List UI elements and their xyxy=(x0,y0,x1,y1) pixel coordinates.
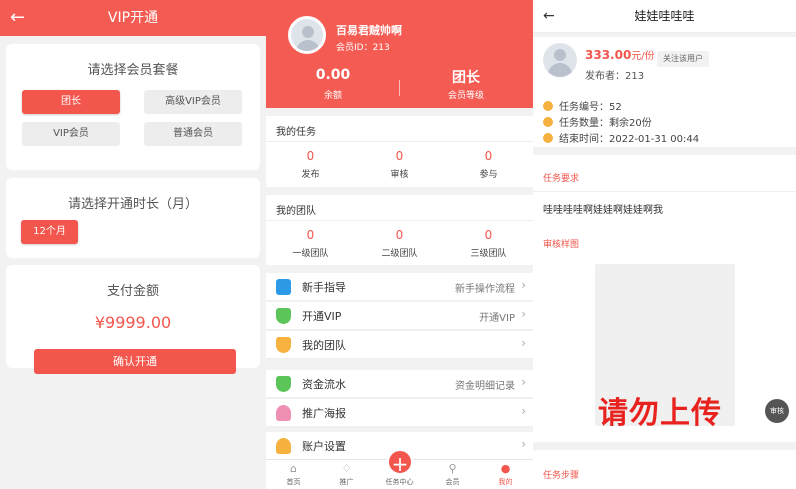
chevron-right-icon: › xyxy=(521,307,526,321)
task-price: 333.00元/份 xyxy=(585,48,655,62)
task-label-publish: 发布 xyxy=(301,170,320,180)
balance-value: 0.00 xyxy=(315,67,351,83)
team-title: 我的团队 xyxy=(276,206,316,217)
package-title: 请选择会员套餐 xyxy=(87,63,179,78)
duration-option-12[interactable]: 12个月 xyxy=(21,220,78,244)
arrow-left-icon[interactable]: ← xyxy=(543,0,555,33)
tab-bar: ⌂ 首页 ♢ 推广 + 任务中心 ⚲ 会员 ● 我的 + xyxy=(266,449,533,489)
task-count-join[interactable]: 0 xyxy=(444,149,533,163)
tasks-title: 我的任务 xyxy=(276,127,316,138)
package-option-normal[interactable]: 普通会员 xyxy=(144,122,242,146)
avatar[interactable] xyxy=(288,16,326,54)
menu-open-vip[interactable]: 开通VIP 开通VIP › xyxy=(266,302,533,330)
home-icon: ⌂ xyxy=(290,462,297,475)
tab-mine[interactable]: ● 我的 xyxy=(479,460,532,487)
pay-amount: ¥9999.00 xyxy=(94,313,172,332)
tab-member[interactable]: ⚲ 会员 xyxy=(426,460,479,487)
number-icon xyxy=(543,101,553,111)
profile-header: 百易君贼帅啊 会员ID：213 0.00 余额 团长 会员等级 xyxy=(266,0,533,108)
plus-icon[interactable]: + xyxy=(387,449,413,476)
chevron-right-icon: › xyxy=(521,278,526,292)
task-info-block: 333.00元/份 关注该用户 发布者：213 任务编号：52 任务数量：剩余2… xyxy=(533,37,796,147)
requirement-block: 任务要求 哇哇哇哇啊娃娃啊娃娃啊我 xyxy=(533,155,796,230)
user-icon: ● xyxy=(500,462,511,475)
review-badge[interactable]: 审核 xyxy=(765,399,789,423)
chevron-right-icon: › xyxy=(521,404,526,418)
member-id: 会员ID：213 xyxy=(336,43,390,53)
team-section: 我的团队 0 一级团队 0 二级团队 0 三级团队 xyxy=(266,195,533,265)
task-count-review[interactable]: 0 xyxy=(355,149,444,163)
badge-icon xyxy=(276,337,291,353)
package-option-senior-vip[interactable]: 高级VIP会员 xyxy=(144,90,242,114)
level-value: 团长 xyxy=(452,70,480,86)
user-icon xyxy=(276,438,291,454)
menu-my-team[interactable]: 我的团队 › xyxy=(266,331,533,359)
team-count-level3[interactable]: 0 xyxy=(444,228,533,242)
steps-block: 任务步骤 xyxy=(533,450,796,489)
arrow-left-icon[interactable]: ← xyxy=(10,0,25,36)
quantity-icon xyxy=(543,117,553,127)
level-label: 会员等级 xyxy=(447,91,484,101)
chevron-right-icon: › xyxy=(521,375,526,389)
vip-header: ← VIP开通 xyxy=(0,0,266,36)
follow-button[interactable]: 关注该用户 xyxy=(657,51,709,67)
no-upload-watermark: 请勿上传 xyxy=(598,396,722,431)
chevron-right-icon: › xyxy=(521,336,526,350)
tab-promote[interactable]: ♢ 推广 xyxy=(320,460,373,487)
team-count-level1[interactable]: 0 xyxy=(266,228,355,242)
profile-name: 百易君贼帅啊 xyxy=(336,24,402,37)
stat-divider xyxy=(399,80,400,96)
publisher-avatar[interactable] xyxy=(543,43,577,77)
task-header: ← 娃娃哇哇哇 xyxy=(533,0,796,33)
package-option-tuanzhang[interactable]: 团长 xyxy=(22,90,120,114)
sample-title: 审核样图 xyxy=(543,240,580,250)
package-card: 请选择会员套餐 团长 高级VIP会员 VIP会员 普通会员 xyxy=(6,44,260,170)
task-number: 任务编号：52 xyxy=(543,98,622,113)
duration-card: 请选择开通时长（月） 12个月 xyxy=(6,178,260,258)
requirement-text: 哇哇哇哇啊娃娃啊娃娃啊我 xyxy=(543,205,663,216)
task-label-review: 审核 xyxy=(390,170,409,180)
task-end-time: 结束时间：2022-01-31 00:44 xyxy=(543,130,699,145)
steps-title: 任务步骤 xyxy=(543,471,580,481)
task-count-publish[interactable]: 0 xyxy=(266,149,355,163)
menu-fund-flow[interactable]: 资金流水 资金明细记录 › xyxy=(266,370,533,398)
package-option-vip[interactable]: VIP会员 xyxy=(22,122,120,146)
team-label-level3: 三级团队 xyxy=(470,249,507,259)
task-quantity: 任务数量：剩余20份 xyxy=(543,114,652,129)
task-panel: ← 娃娃哇哇哇 333.00元/份 关注该用户 发布者：213 任务编号：52 … xyxy=(533,0,796,489)
yuan-shield-icon xyxy=(276,376,291,392)
tasks-section: 我的任务 0 发布 0 审核 0 参与 xyxy=(266,116,533,187)
task-label-join: 参与 xyxy=(479,170,498,180)
pay-title: 支付金额 xyxy=(106,284,159,299)
menu-poster[interactable]: 推广海报 › xyxy=(266,399,533,427)
vip-title: VIP开通 xyxy=(107,10,159,26)
clipboard-icon xyxy=(276,279,291,295)
duration-title: 请选择开通时长（月） xyxy=(67,197,198,212)
shield-icon xyxy=(276,308,291,324)
profile-panel: 百易君贼帅啊 会员ID：213 0.00 余额 团长 会员等级 我的任务 0 发… xyxy=(266,0,533,489)
people-icon xyxy=(276,405,291,421)
menu-guide[interactable]: 新手指导 新手操作流程 › xyxy=(266,273,533,301)
team-label-level1: 一级团队 xyxy=(292,249,329,259)
clock-icon xyxy=(543,133,553,143)
team-label-level2: 二级团队 xyxy=(381,249,418,259)
search-icon: ⚲ xyxy=(448,462,457,475)
balance-label: 余额 xyxy=(323,91,342,101)
confirm-button[interactable]: 确认开通 xyxy=(34,349,236,374)
chevron-right-icon: › xyxy=(521,437,526,451)
vip-panel: ← VIP开通 请选择会员套餐 团长 高级VIP会员 VIP会员 普通会员 请选… xyxy=(0,0,266,489)
requirement-title: 任务要求 xyxy=(543,174,580,184)
publisher: 发布者：213 xyxy=(585,71,645,82)
bell-icon: ♢ xyxy=(341,462,352,475)
task-title: 娃娃哇哇哇 xyxy=(634,9,695,23)
team-count-level2[interactable]: 0 xyxy=(355,228,444,242)
tab-home[interactable]: ⌂ 首页 xyxy=(267,460,320,487)
